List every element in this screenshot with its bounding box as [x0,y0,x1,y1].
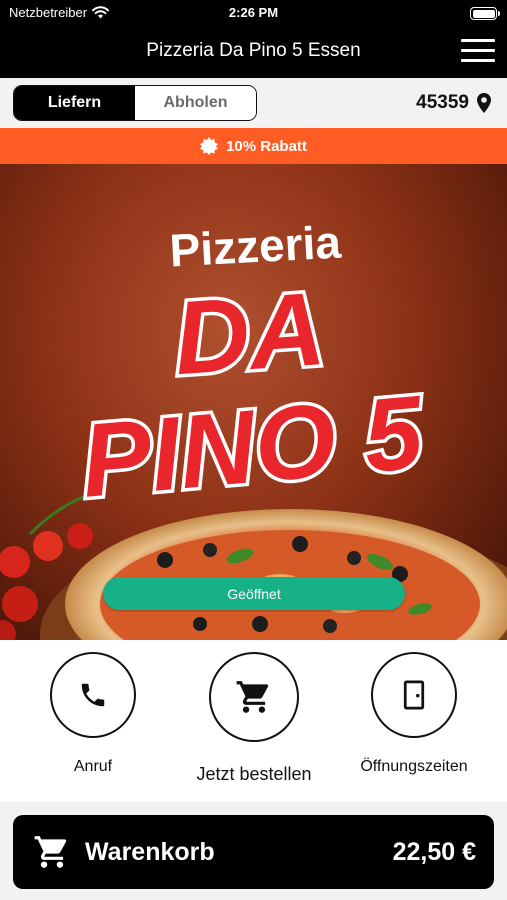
tab-abholen[interactable]: Abholen [135,86,256,120]
hero-illustration: Pizzeria DA PINO 5 [0,216,507,640]
page-title: Pizzeria Da Pino 5 Essen [146,40,361,61]
call-label: Anruf [73,758,113,775]
location-selector[interactable]: 45359 [416,92,491,114]
opening-hours-label: Öffnungszeiten [360,758,468,775]
call-circle [50,652,136,738]
status-bar: Netzbetreiber 2:26 PM [0,0,507,26]
map-pin-icon [477,93,491,113]
discount-badge-icon [200,137,219,155]
shopping-cart-icon [236,681,269,713]
logo-da: DA [171,271,329,397]
quick-actions: Anruf Jetzt bestellen Öffnungszeiten [0,640,507,802]
discount-text: 10% Rabatt [226,137,307,155]
order-label: Jetzt bestellen [196,764,312,784]
discount-banner: 10% Rabatt [0,128,507,164]
zip-code: 45359 [416,92,469,113]
hamburger-menu-icon[interactable] [461,39,495,65]
tab-liefern[interactable]: Liefern [14,86,135,120]
battery-icon [470,7,500,20]
nav-bar: Pizzeria Da Pino 5 Essen [0,26,507,78]
cart-area: Warenkorb 22,50 € [0,802,507,900]
door-icon [403,680,425,710]
status-time: 2:26 PM [228,5,279,20]
order-now-button[interactable]: Jetzt bestellen [179,652,329,785]
order-circle [209,652,299,742]
restaurant-logo: Pizzeria DA PINO 5 [74,216,433,524]
call-button[interactable]: Anruf [18,652,168,776]
phone-icon [81,683,105,707]
order-mode-row: Liefern Abholen 45359 [0,78,507,128]
hero-banner: Pizzeria DA PINO 5 Geöffnet [0,164,507,640]
cart-button[interactable]: Warenkorb 22,50 € [13,815,494,889]
open-status-button[interactable]: Geöffnet [103,577,405,610]
shopping-cart-icon [34,836,67,868]
opening-hours-button[interactable]: Öffnungszeiten [339,652,489,776]
cart-total: 22,50 € [392,837,476,866]
cart-label: Warenkorb [85,837,215,866]
logo-pizzeria: Pizzeria [168,216,342,277]
logo-pino-5: PINO 5 [77,374,429,519]
hours-circle [371,652,457,738]
order-mode-toggle: Liefern Abholen [13,85,257,121]
